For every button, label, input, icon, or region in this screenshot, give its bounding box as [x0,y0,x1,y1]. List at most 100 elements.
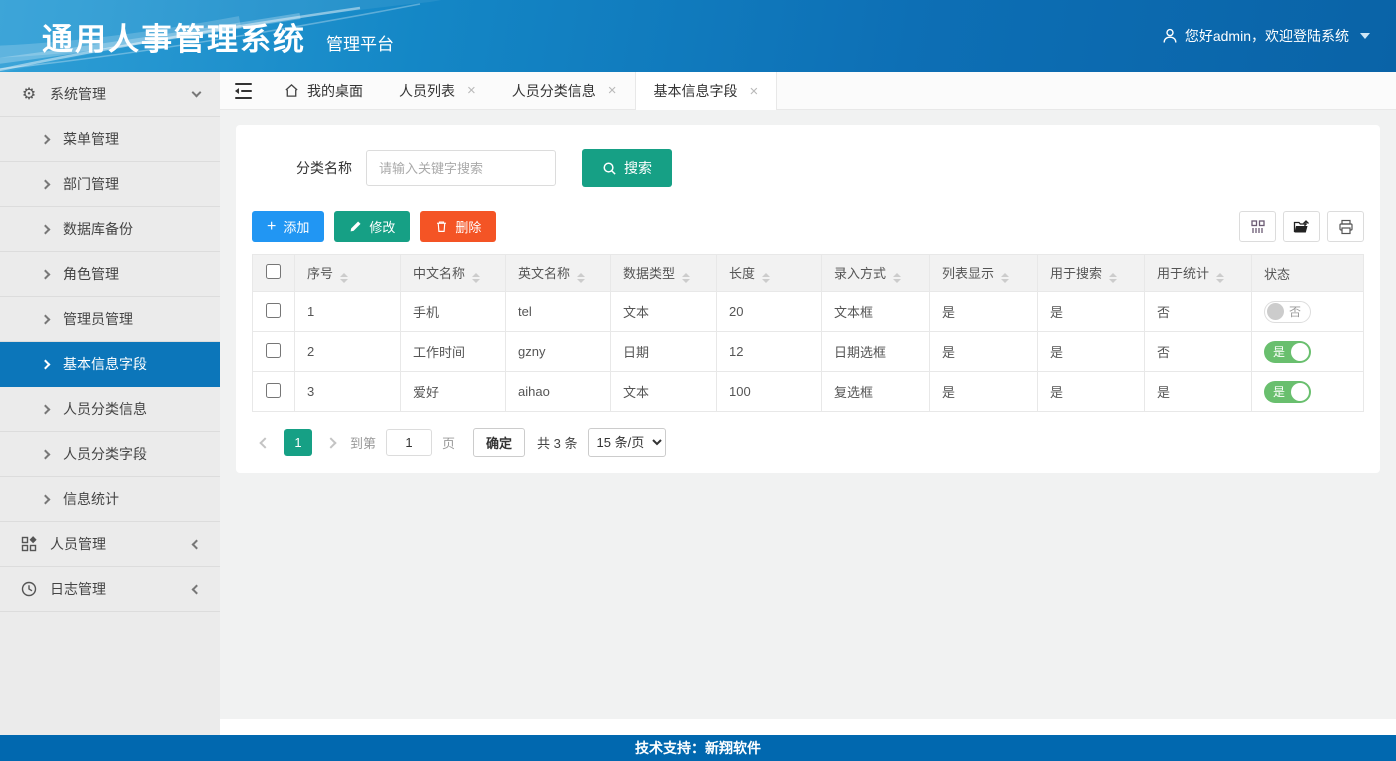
close-icon[interactable]: × [750,84,759,99]
row-checkbox[interactable] [266,343,281,358]
sidebar-item-dept-mgmt[interactable]: 部门管理 [0,162,220,207]
column-header-for-stats[interactable]: 用于统计 [1145,255,1252,292]
app-title: 通用人事管理系统 [42,14,306,59]
tab-bar: 我的桌面 人员列表 × 人员分类信息 × 基本信息字段 × [220,72,1396,110]
status-toggle[interactable]: 是 [1264,341,1311,363]
tab-person-list[interactable]: 人员列表 × [381,72,494,109]
cell-for-stats: 否 [1145,332,1252,372]
sidebar-group-personnel[interactable]: 人员管理 [0,522,220,567]
column-header-length[interactable]: 长度 [717,255,822,292]
export-button[interactable] [1283,211,1320,242]
page-size-select[interactable]: 15 条/页 [588,428,666,457]
edit-button[interactable]: 修改 [334,211,410,242]
close-icon[interactable]: × [467,83,476,98]
sidebar-item-person-category-fields[interactable]: 人员分类字段 [0,432,220,477]
column-header-cn-name[interactable]: 中文名称 [401,255,506,292]
sidebar: ⚙ 系统管理 菜单管理 部门管理 数据库备份 角色管理 管理员管理 基本信息字段 [0,72,220,735]
sidebar-item-label: 角色管理 [63,264,119,284]
column-header-en-name[interactable]: 英文名称 [506,255,611,292]
column-header-data-type[interactable]: 数据类型 [611,255,717,292]
chevron-left-icon [192,584,202,594]
cell-for-search: 是 [1038,292,1145,332]
chevron-right-icon [41,224,51,234]
chevron-right-icon [325,437,336,448]
row-checkbox[interactable] [266,383,281,398]
chevron-right-icon [41,359,51,369]
column-header-input-mode[interactable]: 录入方式 [822,255,930,292]
sidebar-item-person-category-info[interactable]: 人员分类信息 [0,387,220,432]
menu-fold-icon [235,83,252,99]
cell-for-stats: 否 [1145,292,1252,332]
export-icon [1293,219,1310,235]
sidebar-item-info-stats[interactable]: 信息统计 [0,477,220,522]
table-header-row: 序号 中文名称 英文名称 数据类型 长度 录入方式 列表显示 用于搜索 用于统计… [253,255,1364,292]
search-input[interactable] [366,150,556,186]
search-icon [602,161,617,176]
cell-list-display: 是 [930,372,1038,412]
column-header-for-search[interactable]: 用于搜索 [1038,255,1145,292]
cell-for-search: 是 [1038,332,1145,372]
page-suffix-label: 页 [442,433,455,452]
columns-toggle-button[interactable] [1239,211,1276,242]
sidebar-group-logs[interactable]: 日志管理 [0,567,220,612]
app-subtitle: 管理平台 [326,30,394,55]
status-toggle[interactable]: 否 [1264,301,1311,323]
sidebar-item-label: 基本信息字段 [63,354,147,374]
cell-en-name: tel [506,292,611,332]
sidebar-item-role-mgmt[interactable]: 角色管理 [0,252,220,297]
cell-for-stats: 是 [1145,372,1252,412]
sidebar-item-label: 管理员管理 [63,309,133,329]
data-table: 序号 中文名称 英文名称 数据类型 长度 录入方式 列表显示 用于搜索 用于统计… [252,254,1364,412]
add-button-label: 添加 [283,217,309,236]
cell-cn-name: 手机 [401,292,506,332]
cell-data-type: 日期 [611,332,717,372]
sidebar-item-label: 人员分类信息 [63,399,147,419]
select-all-checkbox[interactable] [266,264,281,279]
app-footer: 技术支持：新翔软件 [0,735,1396,761]
next-page-button[interactable] [318,430,344,456]
home-icon [284,83,299,98]
goto-page-input[interactable] [386,429,432,456]
search-button[interactable]: 搜索 [582,149,672,187]
table-toolbar: + 添加 修改 [252,211,1364,242]
sidebar-fold-button[interactable] [220,72,266,109]
brand: 通用人事管理系统 管理平台 [42,14,394,59]
sidebar-group-label: 人员管理 [50,534,106,554]
tab-basic-info-fields[interactable]: 基本信息字段 × [635,72,778,110]
sidebar-item-admin-mgmt[interactable]: 管理员管理 [0,297,220,342]
print-button[interactable] [1327,211,1364,242]
cell-length: 100 [717,372,822,412]
chevron-right-icon [41,179,51,189]
sort-icon [577,273,585,283]
tab-my-desktop[interactable]: 我的桌面 [266,72,381,109]
delete-button[interactable]: 删除 [420,211,496,242]
user-menu[interactable]: 您好admin，欢迎登陆系统 [1162,26,1370,46]
page-1-button[interactable]: 1 [284,429,312,456]
sidebar-item-menu-mgmt[interactable]: 菜单管理 [0,117,220,162]
add-button[interactable]: + 添加 [252,211,324,242]
chevron-down-icon [192,88,202,98]
search-form: 分类名称 搜索 [296,149,1364,187]
caret-down-icon [1360,33,1370,39]
column-header-list-display[interactable]: 列表显示 [930,255,1038,292]
close-icon[interactable]: × [608,83,617,98]
sidebar-item-basic-info-fields[interactable]: 基本信息字段 [0,342,220,387]
sidebar-item-db-backup[interactable]: 数据库备份 [0,207,220,252]
column-header-status: 状态 [1252,255,1364,292]
status-toggle[interactable]: 是 [1264,381,1311,403]
cell-input-mode: 文本框 [822,292,930,332]
tab-person-category-info[interactable]: 人员分类信息 × [494,72,635,109]
prev-page-button[interactable] [252,430,278,456]
confirm-page-button[interactable]: 确定 [473,428,525,457]
clock-icon [20,580,38,598]
row-checkbox[interactable] [266,303,281,318]
cell-en-name: gzny [506,332,611,372]
column-header-seq[interactable]: 序号 [295,255,401,292]
sort-icon [762,273,770,283]
cell-list-display: 是 [930,332,1038,372]
chevron-right-icon [41,269,51,279]
tab-label: 我的桌面 [307,81,363,101]
sidebar-item-label: 人员分类字段 [63,444,147,464]
sort-icon [472,273,480,283]
sidebar-group-system[interactable]: ⚙ 系统管理 [0,72,220,117]
